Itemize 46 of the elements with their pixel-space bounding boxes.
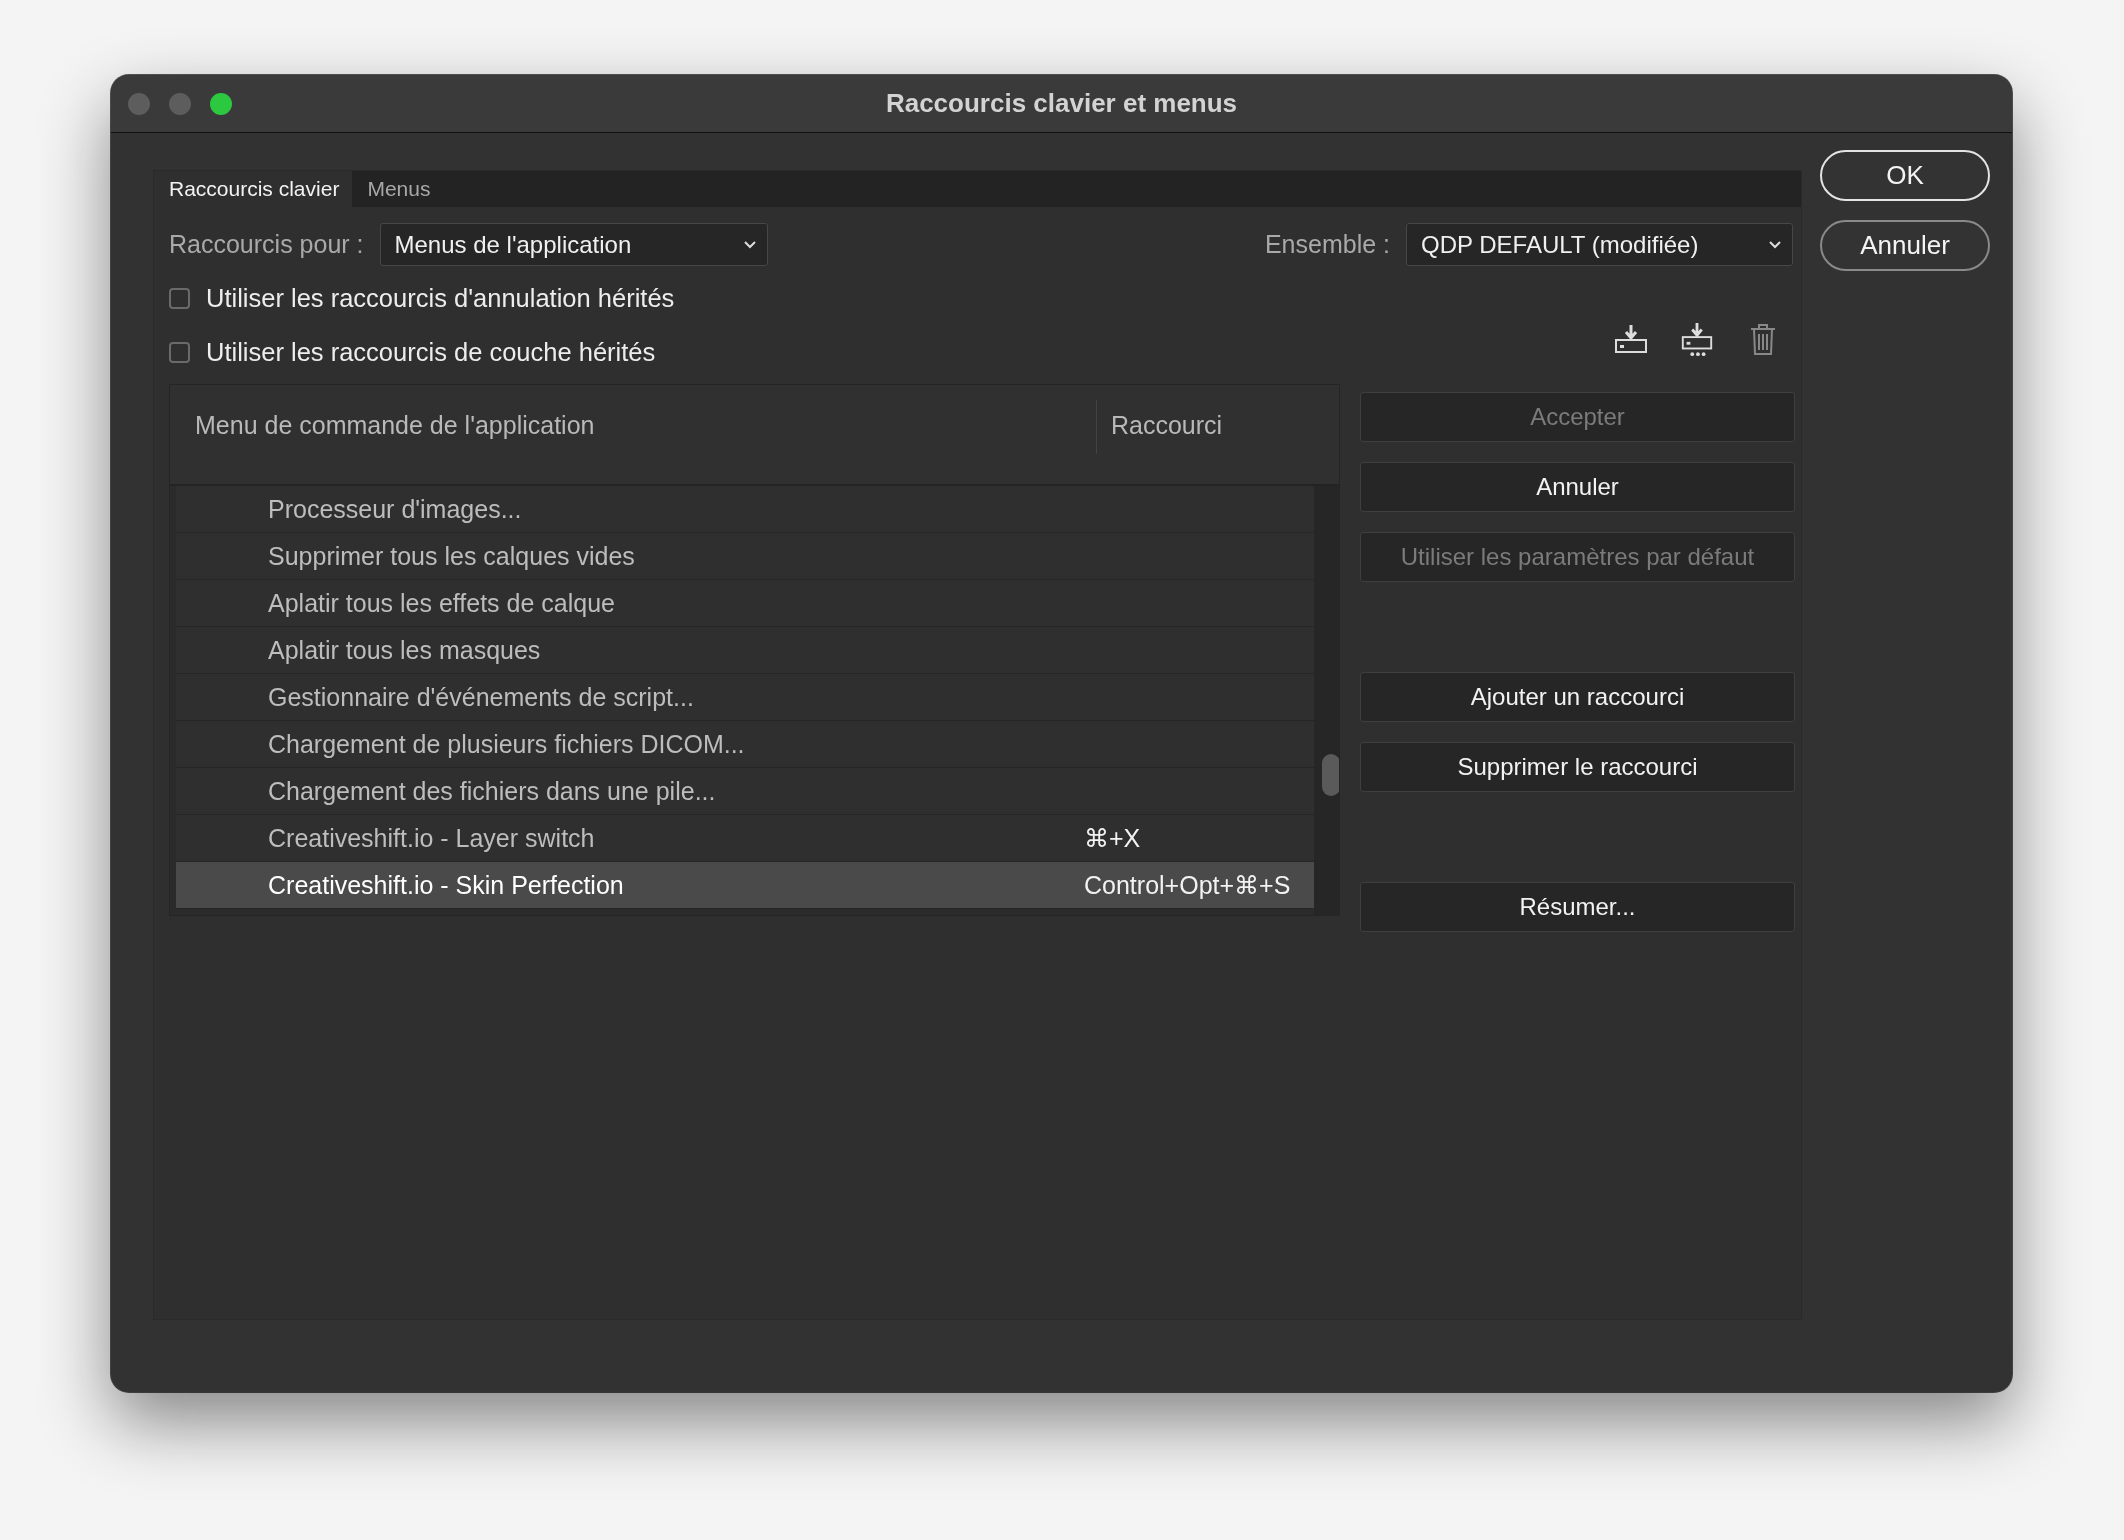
table-row[interactable]: Creativeshift.io - Layer switch ⌘+X xyxy=(176,815,1314,862)
dialog-button[interactable]: OK xyxy=(1820,150,1990,201)
table-row[interactable]: Chargement des fichiers dans une pile... xyxy=(176,768,1314,815)
shortcut-cell: ⌘+X xyxy=(1084,823,1141,853)
zoom-button[interactable] xyxy=(210,92,232,115)
command-cell: Creativeshift.io - Skin Perfection xyxy=(268,870,624,900)
command-cell: Supprimer tous les calques vides xyxy=(268,541,635,571)
dropdown[interactable]: QDP DEFAULT (modifiée) xyxy=(1406,223,1793,266)
table-row[interactable]: Creativeshift.io - Skin Perfection Control+Opt+⌘+S xyxy=(176,862,1314,909)
table-row[interactable]: Supprimer tous les calques vides xyxy=(176,533,1314,580)
column-header: Menu de commande de l'application xyxy=(195,411,595,439)
table-row[interactable]: Aplatir tous les effets de calque xyxy=(176,580,1314,627)
column-header: Raccourci xyxy=(1111,411,1223,439)
action-button[interactable]: Résumer... xyxy=(1360,882,1795,932)
table-row[interactable]: Processeur d'images... xyxy=(176,486,1314,533)
tab[interactable]: Menus xyxy=(352,171,444,207)
command-cell: Aplatir tous les effets de calque xyxy=(268,588,615,618)
save-copy-icon[interactable] xyxy=(1679,321,1715,357)
close-button[interactable] xyxy=(128,92,150,115)
command-cell: Aplatir tous les masques xyxy=(268,635,541,665)
chevron-icon xyxy=(742,239,757,250)
tab[interactable]: Raccourcis clavier xyxy=(154,171,353,207)
field-label: Raccourcis pour : xyxy=(169,230,364,259)
dropdown[interactable]: Menus de l'application xyxy=(379,223,768,266)
field-label: Ensemble : xyxy=(1264,230,1390,259)
action-button[interactable]: Ajouter un raccourci xyxy=(1360,672,1795,722)
command-cell: Chargement des fichiers dans une pile... xyxy=(268,776,716,806)
command-cell: Gestionnaire d'événements de script... xyxy=(268,682,694,712)
table-row[interactable]: Aplatir tous les masques xyxy=(176,627,1314,674)
action-button[interactable]: Supprimer le raccourci xyxy=(1360,742,1795,792)
command-cell: Chargement de plusieurs fichiers DICOM... xyxy=(268,729,745,759)
table-row[interactable]: Gestionnaire d'événements de script... xyxy=(176,674,1314,721)
checkbox-label: Utiliser les raccourcis d'annulation hérités xyxy=(206,283,675,313)
command-cell: Processeur d'images... xyxy=(268,494,522,524)
command-cell: Creativeshift.io - Layer switch xyxy=(268,823,595,853)
checkbox[interactable] xyxy=(169,341,190,363)
action-button[interactable]: Annuler xyxy=(1360,462,1795,512)
table-row[interactable]: Chargement de plusieurs fichiers DICOM... xyxy=(176,721,1314,768)
scrollbar-thumb[interactable] xyxy=(1322,754,1339,796)
checkbox-label: Utiliser les raccourcis de couche hérités xyxy=(206,337,656,367)
shortcut-cell: Control+Opt+⌘+S xyxy=(1084,870,1291,900)
chevron-icon xyxy=(1768,239,1782,250)
checkbox[interactable] xyxy=(169,287,190,309)
dialog-button[interactable]: Annuler xyxy=(1820,220,1990,271)
window-title: Raccourcis clavier et menus xyxy=(885,88,1238,118)
minimize-button[interactable] xyxy=(169,92,191,115)
